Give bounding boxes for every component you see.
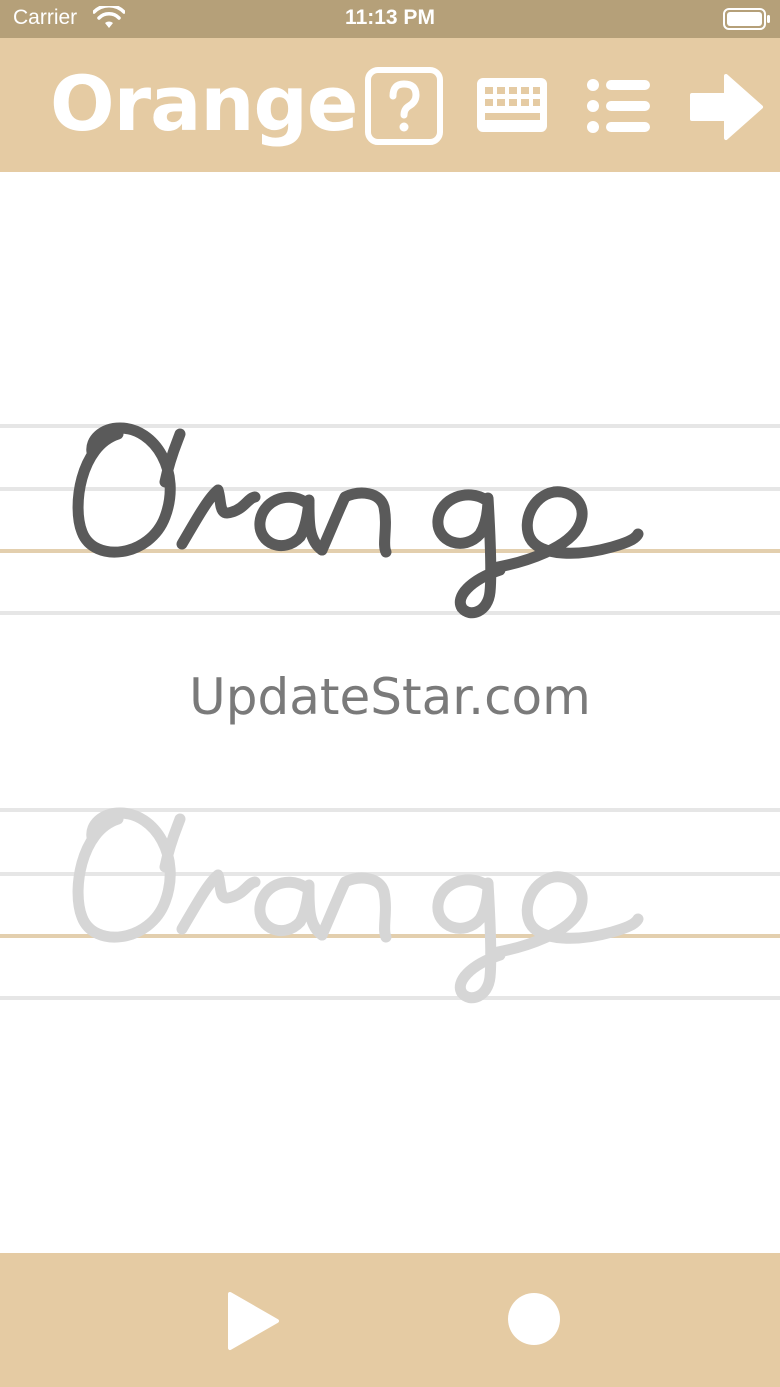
arrow-right-icon[interactable] bbox=[688, 72, 764, 142]
writing-canvas[interactable]: UpdateStar.com bbox=[0, 172, 780, 1252]
keyboard-icon[interactable] bbox=[475, 76, 549, 134]
status-time: 11:13 PM bbox=[345, 6, 435, 29]
battery-icon bbox=[723, 8, 770, 30]
list-icon[interactable] bbox=[586, 76, 652, 136]
status-bar: Carrier 11:13 PM bbox=[0, 0, 780, 38]
question-mark-icon[interactable] bbox=[365, 67, 443, 145]
app-header: Orange bbox=[0, 38, 780, 172]
record-dot-icon[interactable] bbox=[506, 1291, 562, 1347]
bottom-toolbar bbox=[0, 1253, 780, 1387]
play-icon[interactable] bbox=[225, 1290, 281, 1352]
word-title: Orange bbox=[50, 59, 358, 148]
trace-word-orange[interactable] bbox=[0, 557, 780, 1027]
